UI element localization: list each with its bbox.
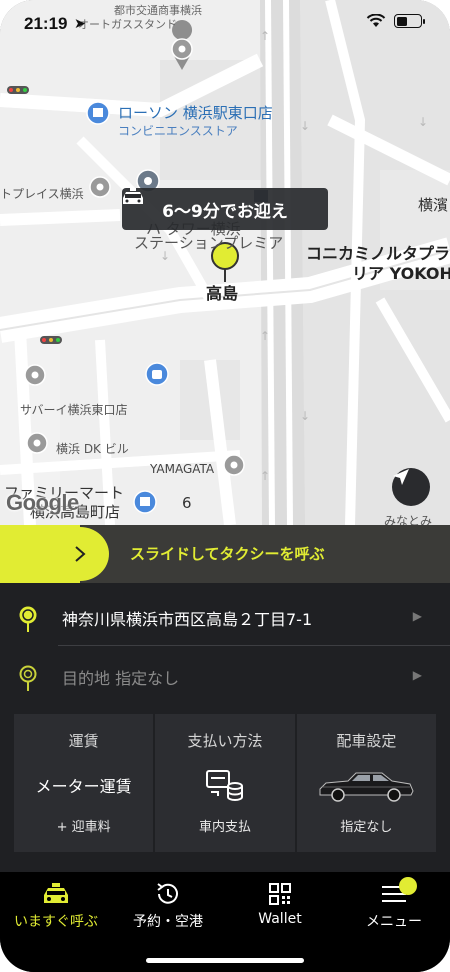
slide-knob[interactable] xyxy=(51,527,109,581)
svg-text:↑: ↑ xyxy=(260,329,270,343)
svg-text:↓: ↓ xyxy=(300,409,310,423)
fare-sub: + 迎車料 xyxy=(56,820,111,835)
navigation-arrow-icon xyxy=(393,469,409,485)
map-label-takashima: 高島 xyxy=(206,284,239,303)
payment-header: 支払い方法 xyxy=(187,732,263,750)
slide-label: スライドしてタクシーを呼ぶ xyxy=(130,545,325,563)
dispatch-sub: 指定なし xyxy=(340,820,393,835)
home-indicator xyxy=(146,958,304,963)
map-label: 横浜 DK ビル xyxy=(56,442,129,456)
battery-icon xyxy=(394,14,425,28)
payment-card[interactable]: 支払い方法 車内支払 xyxy=(155,714,295,852)
map-view[interactable]: ↑↑ ↑↑ ↓↓ ↓↓ xyxy=(0,0,450,525)
tab-bar: いますぐ呼ぶ 予約・空港 Wallet メニュー xyxy=(0,872,450,972)
map-label: サバーイ横浜東口店 xyxy=(20,403,128,417)
tab-call-now[interactable]: いますぐ呼ぶ xyxy=(0,880,112,932)
app-frame: ↑↑ ↑↑ ↓↓ ↓↓ xyxy=(0,0,450,972)
play-arrow-icon: ▶ xyxy=(412,609,422,623)
tab-label: いますぐ呼ぶ xyxy=(14,914,98,930)
map-label-lawson: ローソン 横浜駅東口店 xyxy=(118,104,273,122)
pickup-address-row[interactable]: 神奈川県横浜市西区高島２丁目7-1 ▶ xyxy=(0,589,450,645)
status-time: 21:19 xyxy=(24,14,68,33)
tab-reservation[interactable]: 予約・空港 xyxy=(112,880,224,932)
map-label: 横濱 xyxy=(418,196,449,214)
eta-text: 6～9分でお迎え xyxy=(162,201,288,222)
tab-label: Wallet xyxy=(258,911,302,927)
qr-code-icon xyxy=(269,883,291,905)
fare-card[interactable]: 運賃 メーター運賃 + 迎車料 xyxy=(14,714,154,852)
notification-badge xyxy=(399,877,417,895)
divider xyxy=(58,645,450,646)
map-label: YAMAGATA xyxy=(150,462,215,476)
cash-register-icon xyxy=(205,770,243,801)
svg-text:↓: ↓ xyxy=(418,115,428,129)
tab-label: メニュー xyxy=(366,914,422,930)
payment-icon-wrap xyxy=(205,768,245,802)
map-label: みなとみ xyxy=(384,514,433,525)
history-clock-icon xyxy=(157,883,178,904)
ride-options: 運賃 メーター運賃 + 迎車料 支払い方法 車内支払 配車設定 指定なし xyxy=(14,714,436,852)
play-arrow-icon: ▶ xyxy=(412,668,422,682)
payment-sub: 車内支払 xyxy=(198,820,251,835)
sedan-car-icon xyxy=(319,772,414,802)
pickup-address: 神奈川県横浜市西区高島２丁目7-1 xyxy=(62,610,313,629)
car-icon-wrap xyxy=(316,768,416,802)
destination-placeholder: 目的地 指定なし xyxy=(62,669,180,688)
taxi-icon xyxy=(123,188,143,204)
pickup-pin-icon xyxy=(19,606,37,632)
map-label: ステーションプレミア xyxy=(134,234,284,252)
map-label: リア YOKOHAM xyxy=(352,264,450,283)
location-services-icon: ➤ xyxy=(74,16,86,32)
taxi-icon xyxy=(44,883,68,903)
map-label-lawson-sub: コンビニエンスストア xyxy=(118,124,238,138)
tab-wallet[interactable]: Wallet xyxy=(224,880,336,932)
chevron-right-icon xyxy=(75,546,86,562)
dispatch-card[interactable]: 配車設定 指定なし xyxy=(296,714,436,852)
svg-text:↑: ↑ xyxy=(260,469,270,483)
destination-pin-icon xyxy=(19,665,37,691)
eta-badge: 6～9分でお迎え xyxy=(122,188,328,230)
tab-label: 予約・空港 xyxy=(133,914,203,930)
tab-menu[interactable]: メニュー xyxy=(338,880,450,932)
status-bar: 21:19 ➤ xyxy=(0,0,450,46)
google-logo: Google xyxy=(6,490,79,515)
wifi-icon xyxy=(366,14,386,27)
map-label: トプレイス横浜 xyxy=(0,187,84,201)
current-location-button[interactable] xyxy=(392,468,430,506)
map-label: 6 xyxy=(182,494,192,512)
svg-text:↓: ↓ xyxy=(300,119,310,133)
slide-to-call[interactable]: スライドしてタクシーを呼ぶ xyxy=(0,525,450,583)
dispatch-header: 配車設定 xyxy=(336,732,397,750)
destination-row[interactable]: 目的地 指定なし ▶ xyxy=(0,648,450,704)
fare-value: メーター運賃 xyxy=(35,777,132,796)
fare-header: 運賃 xyxy=(68,732,99,750)
